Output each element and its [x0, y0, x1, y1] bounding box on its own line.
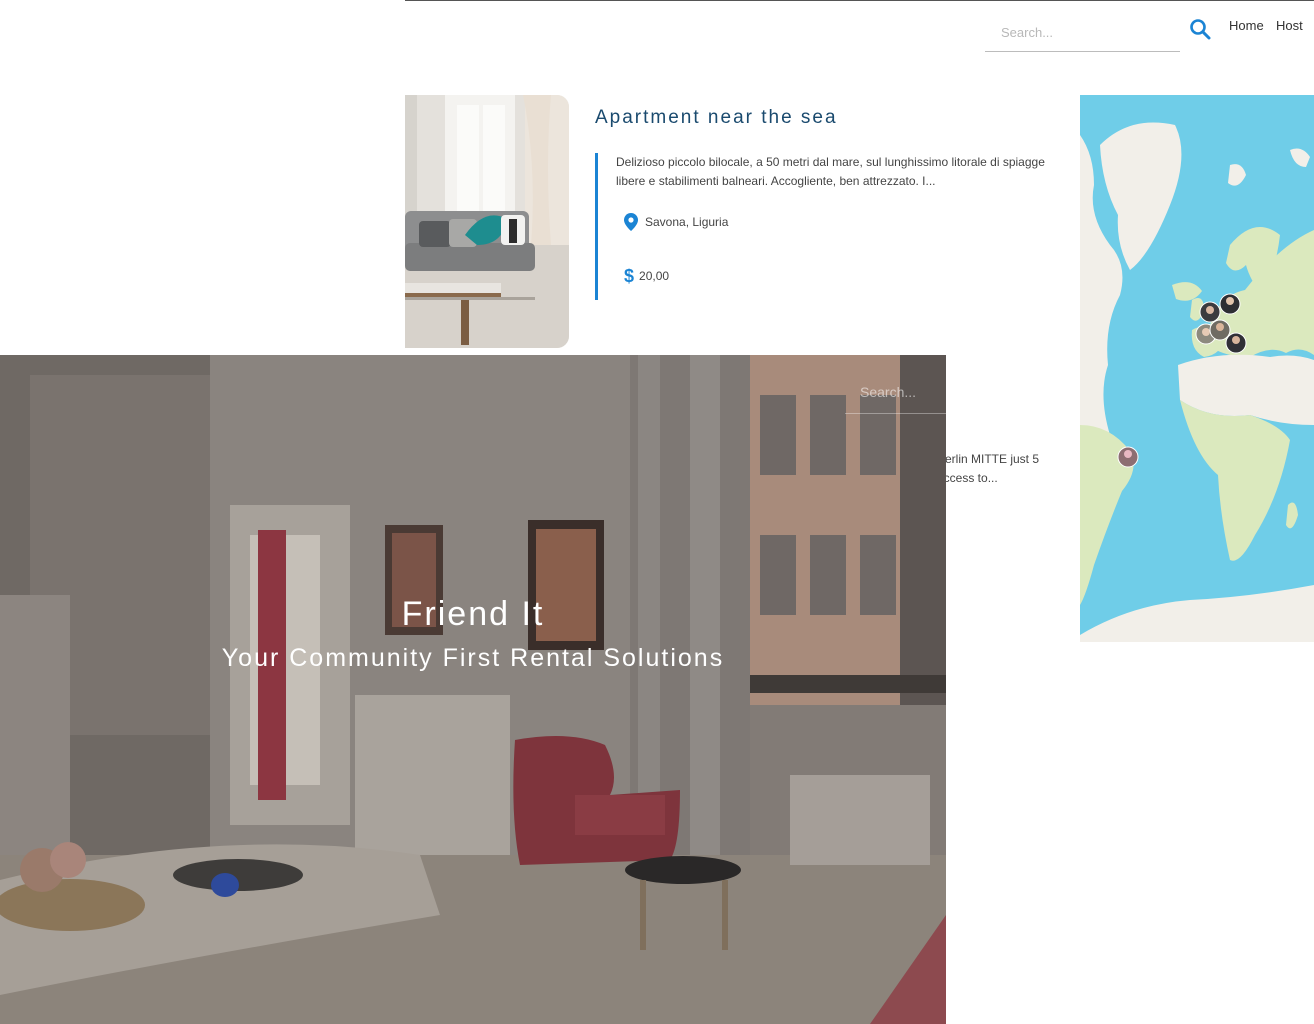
- dollar-icon: $: [624, 266, 635, 286]
- nav-home[interactable]: Home: [1229, 18, 1264, 33]
- map-marker[interactable]: [1209, 319, 1231, 341]
- location-label: Savona, Liguria: [645, 215, 729, 229]
- accent-bar: [595, 153, 598, 300]
- search-field[interactable]: [985, 14, 1183, 52]
- listing-photo[interactable]: [405, 95, 569, 348]
- listing-location: Savona, Liguria: [624, 212, 728, 232]
- hero-background-photo: [0, 355, 946, 1024]
- top-divider: [405, 0, 1314, 1]
- search-icon[interactable]: [1188, 17, 1212, 41]
- map-marker[interactable]: [1199, 301, 1221, 323]
- hero-subtitle: Your Community First Rental Solutions: [221, 644, 725, 672]
- hero-title: Friend It: [401, 595, 545, 633]
- price-label: 20,00: [639, 269, 670, 283]
- partial-line-2: access to...: [937, 471, 998, 485]
- listing-title[interactable]: Apartment near the sea: [595, 107, 838, 129]
- map-marker[interactable]: [1219, 293, 1241, 315]
- listing-price: $ 20,00: [624, 266, 669, 286]
- nav-host[interactable]: Host: [1276, 18, 1303, 33]
- listing-description: Delizioso piccolo bilocale, a 50 metri d…: [616, 155, 1045, 188]
- map-pin-icon: [624, 213, 638, 231]
- map-marker[interactable]: [1225, 332, 1247, 354]
- search-input[interactable]: [999, 16, 1183, 48]
- listing-description-partial: Berlin MITTE just 5 access to...: [937, 450, 1057, 488]
- partial-line-1: Berlin MITTE just 5: [937, 452, 1040, 466]
- hero-search-input[interactable]: [858, 377, 946, 407]
- hero-banner: Friend It Your Community First Rental So…: [0, 355, 946, 1024]
- listings-map[interactable]: [1080, 95, 1314, 642]
- hero-search-field[interactable]: [845, 377, 946, 414]
- map-marker[interactable]: [1117, 446, 1139, 468]
